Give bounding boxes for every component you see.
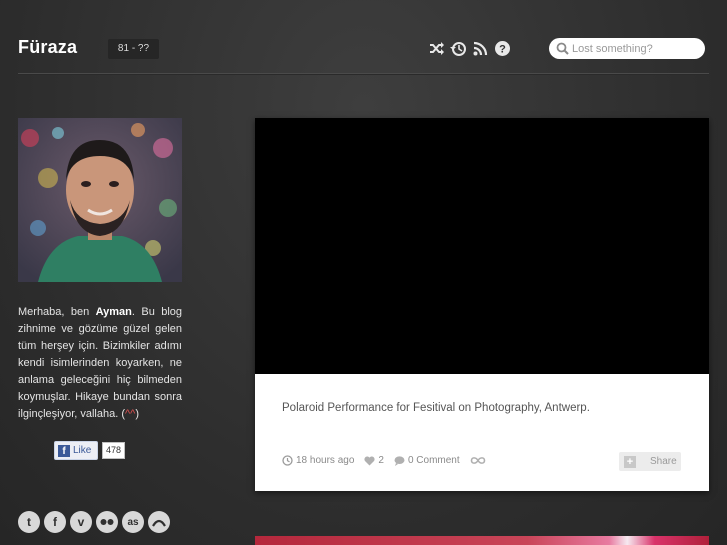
share-label: Share	[650, 456, 677, 467]
bio-body: . Bu blog zihnime ve gözüme güzel gelen …	[18, 306, 183, 420]
next-post-image[interactable]	[255, 536, 709, 545]
post-time[interactable]: 18 hours ago	[282, 455, 354, 466]
post-time-label: 18 hours ago	[296, 455, 355, 466]
heart-icon	[364, 455, 375, 465]
comment-icon	[394, 455, 405, 466]
bio-intro: Merhaba, ben	[18, 306, 96, 318]
search-box	[549, 38, 705, 59]
post-card: Polaroid Performance for Fesitival on Ph…	[255, 118, 709, 491]
help-icon[interactable]: ?	[494, 40, 511, 57]
history-icon[interactable]	[450, 40, 467, 57]
facebook-icon: f	[58, 444, 70, 457]
header-divider	[18, 73, 709, 75]
like-label: Like	[73, 445, 92, 456]
video-player[interactable]	[255, 118, 709, 374]
bio-name: Ayman	[95, 306, 132, 318]
site-logo[interactable]: Füraza	[18, 37, 77, 58]
plus-icon: +	[624, 455, 636, 468]
page-range-badge: 81 - ??	[108, 39, 159, 59]
search-input[interactable]	[572, 40, 697, 57]
permalink-icon[interactable]	[470, 456, 486, 465]
bio-text: Merhaba, ben Ayman. Bu blog zihnime ve g…	[18, 304, 182, 423]
facebook-like-button[interactable]: f Like	[54, 441, 98, 460]
facebook-like-widget: f Like 478	[54, 441, 126, 460]
comments-label: 0 Comment	[407, 455, 460, 466]
likes-count: 2	[378, 455, 384, 466]
svg-text:?: ?	[499, 44, 506, 56]
twitter-icon[interactable]: t	[18, 511, 40, 533]
post-meta: 18 hours ago 2 0 Comment	[282, 455, 496, 466]
facebook-icon[interactable]: f	[44, 511, 66, 533]
flickr-icon[interactable]	[96, 511, 118, 533]
lastfm-icon[interactable]: as	[122, 511, 144, 533]
rss-icon[interactable]	[472, 40, 489, 57]
shuffle-icon[interactable]	[428, 40, 445, 57]
avatar	[18, 118, 182, 282]
search-icon	[556, 42, 569, 55]
vimeo-icon[interactable]: v	[70, 511, 92, 533]
post-likes[interactable]: 2	[364, 455, 384, 466]
header: Füraza 81 - ?? ?	[0, 0, 727, 80]
dribbble-icon[interactable]	[148, 511, 170, 533]
post-comments[interactable]: 0 Comment	[394, 455, 460, 466]
bio-end: )	[135, 408, 139, 420]
header-icons: ?	[428, 40, 511, 57]
share-button[interactable]: + Share	[619, 452, 681, 471]
social-links: t f v as	[18, 511, 170, 533]
bio-smile: ^^	[125, 408, 136, 420]
clock-icon	[282, 455, 293, 466]
post-caption: Polaroid Performance for Fesitival on Ph…	[282, 402, 590, 414]
like-count: 478	[102, 442, 126, 459]
